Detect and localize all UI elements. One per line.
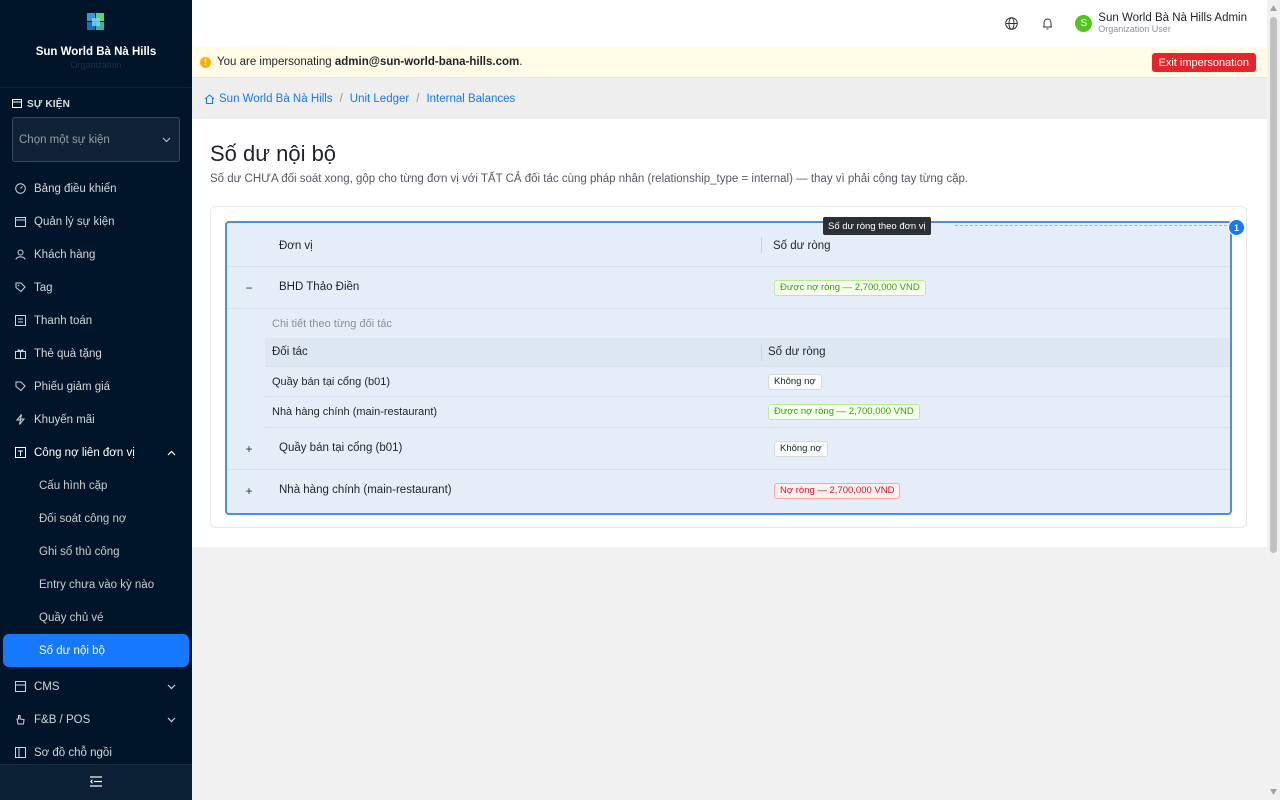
balances-table: Đơn vị Số dư ròng − BHD Thảo Điền Được n… bbox=[225, 221, 1232, 515]
expand-row-button[interactable]: + bbox=[243, 442, 255, 456]
table-row[interactable]: + Quầy bán tại cổng (b01) Không nợ bbox=[227, 428, 1230, 470]
chevron-down-icon bbox=[162, 134, 171, 146]
chevron-down-icon bbox=[167, 681, 176, 693]
menu-item-events[interactable]: Quản lý sự kiện bbox=[0, 205, 192, 238]
menu-fold-icon bbox=[90, 775, 102, 790]
event-section: SỰ KIỆN Chọn một sự kiện bbox=[0, 88, 192, 162]
exit-impersonation-button[interactable]: Exit impersonation bbox=[1151, 53, 1256, 72]
brand-name: Sun World Bà Nà Hills bbox=[35, 46, 157, 58]
brand: Sun World Bà Nà Hills Organization bbox=[0, 0, 192, 88]
seatmap-icon bbox=[14, 747, 26, 759]
submenu-item-unperiod-entry[interactable]: Entry chưa vào kỳ nào bbox=[0, 568, 192, 601]
submenu-item-ticket-owner[interactable]: Quầy chủ vé bbox=[0, 601, 192, 634]
breadcrumb: Sun World Bà Nà Hills / Unit Ledger / In… bbox=[192, 78, 1267, 119]
balances-card: Đơn vị Số dư ròng − BHD Thảo Điền Được n… bbox=[210, 206, 1247, 528]
collapse-row-button[interactable]: − bbox=[243, 281, 255, 295]
user-role: Organization User bbox=[1098, 24, 1171, 34]
scrollbar-thumb[interactable] bbox=[1270, 17, 1277, 553]
partner-name: Nhà hàng chính (main-restaurant) bbox=[272, 406, 438, 418]
impersonated-email: admin@sun-world-bana-hills.com bbox=[334, 56, 520, 68]
promo-icon bbox=[14, 414, 26, 426]
unit-name: BHD Thảo Điền bbox=[279, 281, 360, 293]
main-content: Số dư nội bộ Số dư CHƯA đối soát xong, g… bbox=[192, 119, 1267, 547]
home-icon bbox=[204, 93, 215, 104]
highlight-badge: 1 bbox=[1228, 219, 1245, 236]
sidebar: Sun World Bà Nà Hills Organization SỰ KI… bbox=[0, 0, 192, 800]
submenu-item-manual-entry[interactable]: Ghi sổ thủ công bbox=[0, 535, 192, 568]
menu-item-tag[interactable]: Tag bbox=[0, 271, 192, 304]
menu-item-fnb-pos[interactable]: F&B / POS bbox=[0, 703, 192, 736]
partner-name: Quầy bán tại cổng (b01) bbox=[272, 376, 391, 388]
menu-item-payment[interactable]: Thanh toán bbox=[0, 304, 192, 337]
menu-item-giftcard[interactable]: Thẻ quà tặng bbox=[0, 337, 192, 370]
status-badge: Được nợ ròng — 2,700,000 VND bbox=[768, 404, 920, 420]
unit-name: Nhà hàng chính (main-restaurant) bbox=[279, 484, 452, 496]
status-badge: Nợ ròng — 2,700,000 VND bbox=[774, 483, 901, 499]
expand-row-button[interactable]: + bbox=[243, 484, 255, 498]
submenu-item-reconcile[interactable]: Đối soát công nợ bbox=[0, 502, 192, 535]
page-description: Số dư CHƯA đối soát xong, gộp cho từng đ… bbox=[210, 173, 969, 185]
detail-panel: Chi tiết theo từng đối tác Đối tác Số dư… bbox=[265, 309, 1230, 428]
menu-item-cms[interactable]: CMS bbox=[0, 670, 192, 703]
column-header-partner: Đối tác bbox=[272, 346, 308, 358]
breadcrumb-unit-ledger[interactable]: Unit Ledger bbox=[350, 93, 409, 105]
cms-icon bbox=[14, 681, 26, 693]
column-header-unit: Đơn vị bbox=[279, 240, 313, 252]
submenu-item-pair-config[interactable]: Cấu hình cặp bbox=[0, 469, 192, 502]
table-row: Quầy bán tại cổng (b01) Không nợ bbox=[265, 367, 1230, 397]
detail-caption: Chi tiết theo từng đối tác bbox=[272, 318, 392, 330]
warning-icon: ! bbox=[200, 56, 211, 68]
menu-item-dashboard[interactable]: Bảng điều khiển bbox=[0, 172, 192, 205]
scroll-up-icon[interactable] bbox=[1270, 5, 1277, 11]
collapse-sidebar-button[interactable] bbox=[0, 764, 192, 800]
table-row: Nhà hàng chính (main-restaurant) Được nợ… bbox=[265, 397, 1230, 427]
highlight-tooltip: Số dư ròng theo đơn vị bbox=[823, 217, 931, 235]
brand-sub: Organization bbox=[70, 60, 122, 70]
bell-icon[interactable] bbox=[1039, 16, 1055, 32]
coupon-icon bbox=[14, 381, 26, 393]
logo-icon bbox=[85, 11, 107, 33]
avatar: S bbox=[1075, 15, 1093, 32]
dashboard-icon bbox=[14, 183, 26, 195]
breadcrumb-internal-balances[interactable]: Internal Balances bbox=[426, 93, 515, 105]
calendar-icon bbox=[14, 216, 26, 228]
menu-item-coupon[interactable]: Phiếu giảm giá bbox=[0, 370, 192, 403]
menu-item-unit-ledger[interactable]: Công nợ liên đơn vị bbox=[0, 436, 192, 469]
table-row[interactable]: − BHD Thảo Điền Được nợ ròng — 2,700,000… bbox=[227, 267, 1230, 309]
top-header: S Sun World Bà Nà Hills Admin Organizati… bbox=[192, 0, 1267, 47]
impersonation-banner: ! You are impersonating admin@sun-world-… bbox=[192, 47, 1267, 78]
ledger-icon bbox=[14, 447, 26, 459]
scroll-down-icon[interactable] bbox=[1270, 789, 1277, 795]
event-select[interactable]: Chọn một sự kiện bbox=[12, 117, 180, 162]
hand-icon bbox=[14, 714, 26, 726]
detail-header: Đối tác Số dư ròng bbox=[265, 338, 1230, 367]
chevron-down-icon bbox=[167, 714, 176, 726]
status-badge: Không nợ bbox=[774, 441, 828, 457]
status-badge: Không nợ bbox=[768, 374, 822, 390]
user-menu[interactable]: S Sun World Bà Nà Hills Admin Organizati… bbox=[1075, 12, 1247, 35]
page-title: Số dư nội bộ bbox=[210, 141, 337, 166]
status-badge: Được nợ ròng — 2,700,000 VND bbox=[774, 280, 926, 296]
submenu-item-internal-balances[interactable]: Số dư nội bộ bbox=[3, 634, 189, 667]
calendar-icon bbox=[12, 98, 22, 111]
gift-icon bbox=[14, 348, 26, 360]
menu-item-customers[interactable]: Khách hàng bbox=[0, 238, 192, 271]
payment-icon bbox=[14, 315, 26, 327]
breadcrumb-org[interactable]: Sun World Bà Nà Hills bbox=[219, 93, 333, 105]
event-select-placeholder: Chọn một sự kiện bbox=[19, 133, 110, 146]
unit-name: Quầy bán tại cổng (b01) bbox=[279, 442, 403, 454]
user-name: Sun World Bà Nà Hills Admin bbox=[1098, 12, 1247, 24]
page-scrollbar[interactable] bbox=[1267, 0, 1280, 800]
column-header-balance: Số dư ròng bbox=[773, 240, 831, 252]
event-label: SỰ KIỆN bbox=[12, 98, 180, 111]
tag-icon bbox=[14, 282, 26, 294]
chevron-up-icon bbox=[167, 447, 176, 459]
menu-item-promo[interactable]: Khuyến mãi bbox=[0, 403, 192, 436]
globe-icon[interactable] bbox=[1003, 16, 1019, 32]
main-menu: Bảng điều khiển Quản lý sự kiện Khách hà… bbox=[0, 172, 192, 769]
user-icon bbox=[14, 249, 26, 261]
table-row[interactable]: + Nhà hàng chính (main-restaurant) Nợ rò… bbox=[227, 470, 1230, 512]
column-header-partner-balance: Số dư ròng bbox=[768, 346, 826, 358]
